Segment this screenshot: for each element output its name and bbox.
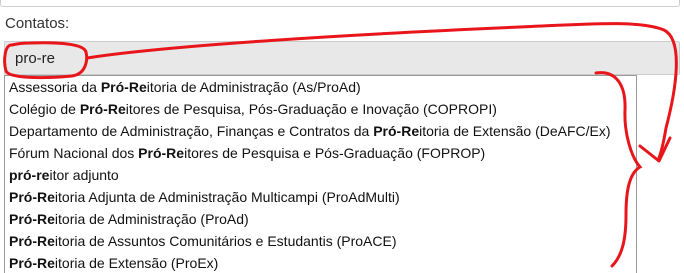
arrow-head — [638, 136, 672, 163]
previous-field-edge — [0, 0, 680, 7]
option-text-suffix: itores de Pesquisa, Pós-Graduação e Inov… — [125, 101, 497, 117]
autocomplete-option[interactable]: Assessoria da Pró-Reitoria de Administra… — [5, 76, 636, 98]
option-match-highlight: Pró-Re — [9, 189, 55, 205]
option-text-prefix: Departamento de Administração, Finanças … — [9, 123, 374, 139]
option-text-suffix: itoria de Extensão (ProEx) — [54, 255, 219, 271]
option-match-highlight: Pró-Re — [373, 123, 420, 139]
autocomplete-dropdown-list: Assessoria da Pró-Reitoria de Administra… — [4, 75, 637, 273]
option-match-highlight: Pró-Re — [9, 255, 55, 271]
option-match-highlight: Pró-Re — [79, 101, 126, 117]
option-match-highlight: pró-re — [9, 167, 50, 183]
autocomplete-option[interactable]: Pró-Reitoria de Extensão (ProEx) — [5, 252, 636, 273]
contatos-label: Contatos: — [5, 15, 70, 32]
autocomplete-option[interactable]: pró-reitor adjunto — [5, 164, 636, 186]
option-text-suffix: itores de Pesquisa e Pós-Graduação (FOPR… — [184, 145, 486, 161]
option-text-prefix: Fórum Nacional dos — [9, 145, 139, 161]
option-text-suffix: itoria de Administração (As/ProAd) — [146, 79, 361, 95]
page: Contatos: Assessoria da Pró-Reitoria de … — [0, 0, 684, 273]
option-text-prefix: Assessoria da — [9, 79, 101, 95]
option-text-suffix: itoria de Administração (ProAd) — [54, 211, 249, 227]
option-match-highlight: Pró-Re — [9, 211, 55, 227]
autocomplete-option[interactable]: Colégio de Pró-Reitores de Pesquisa, Pós… — [5, 98, 636, 120]
autocomplete-option[interactable]: Pró-Reitoria de Administração (ProAd) — [5, 208, 636, 230]
option-text-suffix: itoria Adjunta de Administração Multicam… — [54, 189, 400, 205]
option-text-prefix: Colégio de — [9, 101, 80, 117]
contatos-autocomplete-box[interactable] — [4, 41, 680, 75]
autocomplete-option[interactable]: Departamento de Administração, Finanças … — [5, 120, 636, 142]
option-text-suffix: itoria de Extensão (DeAFC/Ex) — [419, 123, 611, 139]
contatos-search-input[interactable] — [15, 48, 315, 68]
option-text-suffix: itoria de Assuntos Comunitários e Estuda… — [54, 233, 397, 249]
option-text-suffix: itor adjunto — [49, 167, 119, 183]
option-match-highlight: Pró-Re — [138, 145, 185, 161]
autocomplete-option[interactable]: Fórum Nacional dos Pró-Reitores de Pesqu… — [5, 142, 636, 164]
option-match-highlight: Pró-Re — [100, 79, 147, 95]
autocomplete-option[interactable]: Pró-Reitoria Adjunta de Administração Mu… — [5, 186, 636, 208]
autocomplete-option[interactable]: Pró-Reitoria de Assuntos Comunitários e … — [5, 230, 636, 252]
option-match-highlight: Pró-Re — [9, 233, 55, 249]
